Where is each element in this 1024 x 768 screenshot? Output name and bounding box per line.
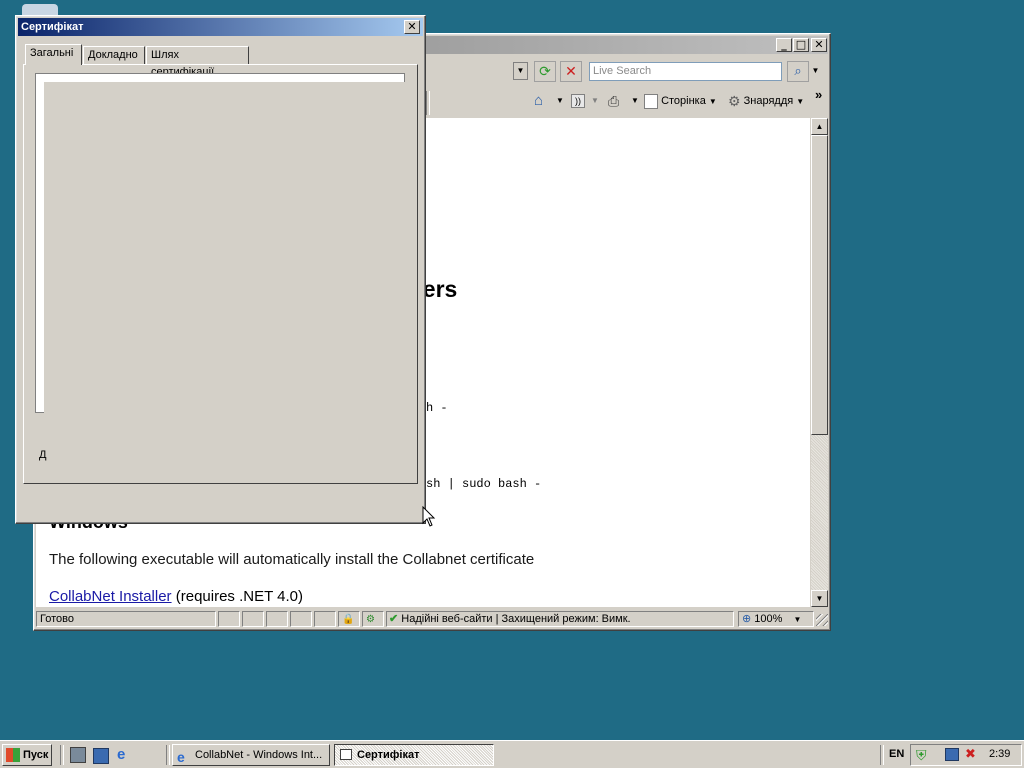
status-panel-1 — [218, 611, 240, 627]
tools-menu-label: Знаряддя — [743, 95, 794, 107]
zoom-level: 100% — [754, 613, 783, 625]
ie-task-icon: e — [177, 749, 185, 765]
system-tray: ⛨ ✖ 2:39 — [910, 744, 1022, 766]
status-bar: Готово 🔒 ⚙ ✔ Надійні веб-сайти | Захищен… — [36, 610, 828, 628]
volume-muted-icon[interactable]: ✖ — [965, 746, 981, 762]
scroll-down-button[interactable]: ▼ — [811, 590, 828, 607]
start-button[interactable]: Пуск — [2, 744, 52, 766]
installer-requirement-text: (requires .NET 4.0) — [171, 588, 303, 605]
zoom-icon: ⊕ — [742, 613, 752, 625]
network-icon[interactable] — [945, 748, 959, 761]
certificate-task-icon — [340, 749, 352, 760]
maximize-button[interactable]: □ — [793, 38, 809, 52]
status-panel-5 — [314, 611, 336, 627]
status-panel-3 — [266, 611, 288, 627]
taskbar-item-certificate[interactable]: Сертифікат — [334, 744, 494, 766]
tab-details[interactable]: Докладно — [83, 46, 145, 64]
tab-general[interactable]: Загальні — [25, 44, 82, 65]
search-button[interactable]: ⌕ — [787, 61, 809, 82]
ie-quicklaunch-icon[interactable]: e — [117, 747, 133, 763]
quicklaunch-separator — [60, 745, 64, 765]
page-icon — [644, 93, 658, 109]
server-manager-icon[interactable] — [70, 747, 86, 763]
taskbar-item-certificate-label: Сертифікат — [357, 749, 420, 761]
page-menu[interactable]: Сторінка ▼ — [644, 92, 717, 110]
tray-separator — [880, 745, 884, 765]
print-dropdown-icon[interactable]: ▼ — [631, 96, 639, 105]
code-line-2: sh | sudo bash - — [426, 477, 542, 491]
taskbar: Пуск e e CollabNet - Windows Int... Серт… — [0, 740, 1024, 768]
language-indicator[interactable]: EN — [889, 748, 904, 760]
popup-blocker-icon[interactable]: 🔒 — [338, 611, 360, 627]
certificate-dialog: Сертифікат ✕ Загальні Докладно Шлях серт… — [15, 15, 426, 524]
taskbar-item-ie[interactable]: e CollabNet - Windows Int... — [172, 744, 330, 766]
code-line-1: h - — [426, 401, 448, 415]
network-shield-icon[interactable]: ⛨ — [916, 747, 932, 763]
quicklaunch-separator-2 — [166, 745, 170, 765]
vertical-scrollbar[interactable]: ▲ ▼ — [811, 118, 828, 607]
taskbar-item-ie-label: CollabNet - Windows Int... — [195, 749, 323, 761]
toolbar-separator — [426, 91, 430, 115]
zoom-control[interactable]: ⊕ 100% ▼ — [738, 611, 814, 627]
tab-panel: Д — [23, 64, 418, 484]
address-dropdown-button[interactable]: ▼ — [513, 62, 528, 80]
cert-fragment-text: Д — [39, 449, 47, 461]
status-panel-2 — [242, 611, 264, 627]
collabnet-installer-link[interactable]: CollabNet Installer — [49, 588, 172, 605]
close-button[interactable]: ✕ — [811, 38, 827, 52]
feeds-dropdown-icon[interactable]: ▼ — [591, 96, 599, 105]
installer-description: The following executable will automatica… — [49, 551, 535, 568]
installer-line: CollabNet Installer (requires .NET 4.0) — [49, 588, 303, 605]
page-menu-label: Сторінка — [661, 95, 706, 107]
checkmark-icon: ✔ — [389, 613, 399, 625]
tab-certification-path[interactable]: Шлях сертифікації — [146, 46, 249, 78]
gear-icon: ⚙ — [728, 93, 741, 110]
status-panel-4 — [290, 611, 312, 627]
cert-divider — [25, 483, 45, 484]
toolbar-overflow-button[interactable]: » — [815, 87, 822, 102]
clock[interactable]: 2:39 — [989, 748, 1010, 760]
cert-info-box-unpainted — [44, 82, 406, 413]
cert-titlebar[interactable]: Сертифікат — [18, 18, 423, 36]
minimize-button[interactable]: _ — [776, 38, 792, 52]
cert-info-box — [35, 73, 406, 413]
show-desktop-icon[interactable] — [93, 748, 109, 764]
print-icon[interactable]: ⎙ — [608, 93, 626, 109]
resize-grip-icon[interactable] — [816, 614, 828, 626]
home-dropdown-icon[interactable]: ▼ — [556, 96, 564, 105]
mouse-cursor-icon — [422, 505, 436, 531]
status-text: Готово — [36, 611, 216, 627]
tools-menu[interactable]: ⚙ Знаряддя ▼ — [728, 92, 804, 110]
security-zone-text: Надійні веб-сайти | Захищений режим: Вим… — [401, 613, 631, 625]
windows-logo-icon — [6, 748, 20, 762]
security-zone[interactable]: ✔ Надійні веб-сайти | Захищений режим: В… — [386, 611, 734, 627]
cert-title: Сертифікат — [21, 21, 84, 33]
scroll-thumb[interactable] — [811, 135, 828, 435]
addon-icon[interactable]: ⚙ — [362, 611, 384, 627]
zoom-dropdown-icon: ▼ — [793, 615, 802, 624]
cert-close-button[interactable]: ✕ — [404, 20, 420, 34]
stop-button[interactable]: ✕ — [560, 61, 582, 82]
start-label: Пуск — [23, 749, 49, 761]
search-input[interactable]: Live Search — [589, 62, 782, 81]
scroll-up-button[interactable]: ▲ — [811, 118, 828, 135]
home-icon[interactable]: ⌂ — [534, 92, 552, 110]
refresh-button[interactable]: ⟳ — [534, 61, 556, 82]
search-options-button[interactable]: ▼ — [810, 61, 821, 82]
feeds-icon[interactable]: )) — [571, 94, 585, 108]
